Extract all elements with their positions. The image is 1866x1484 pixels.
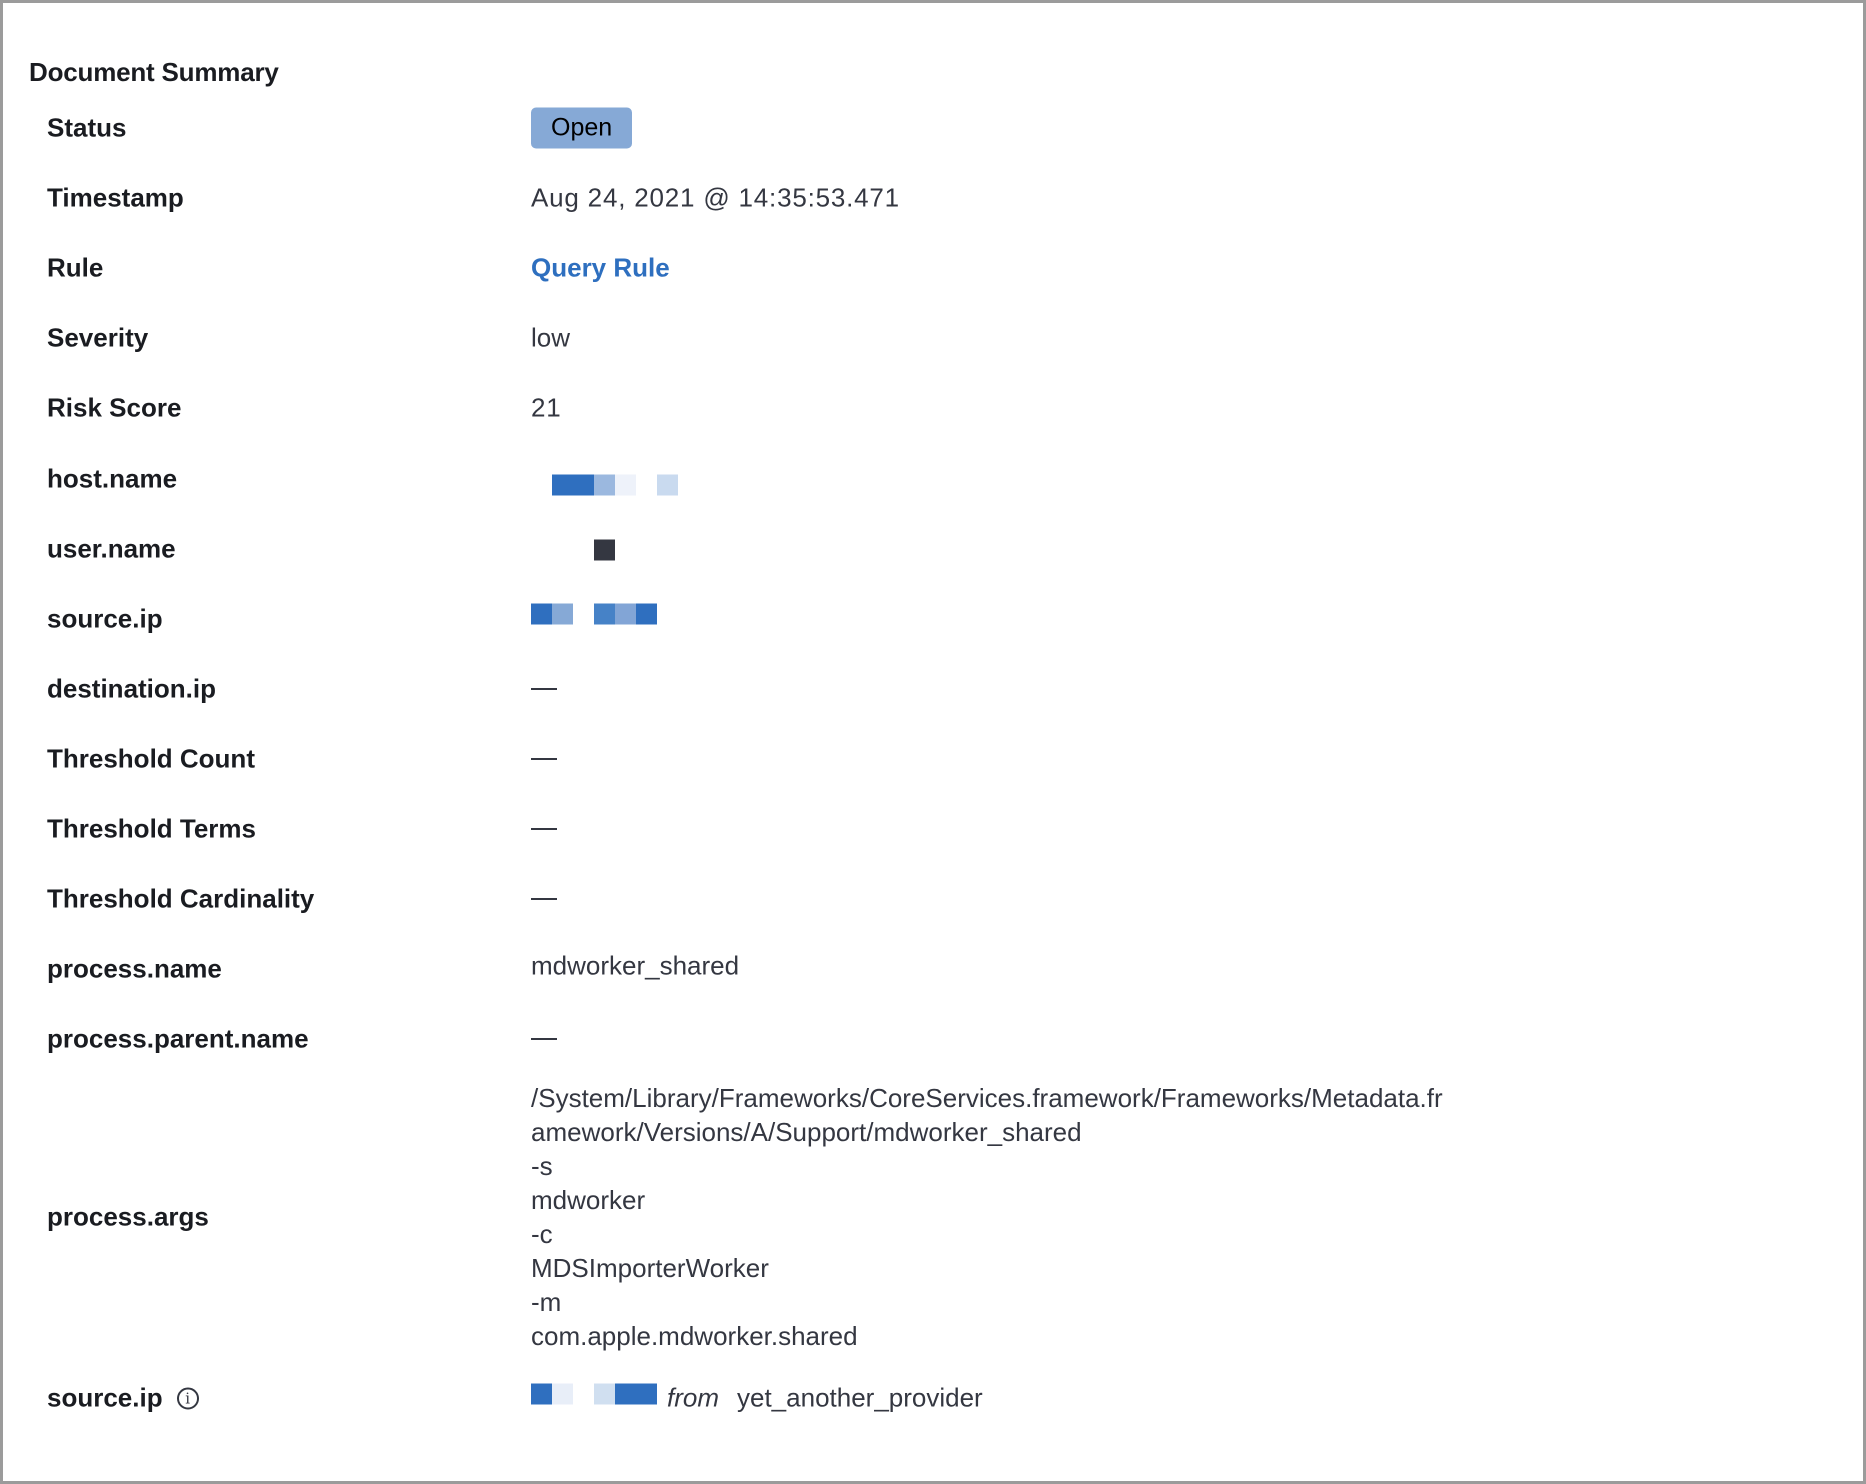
status-badge[interactable]: Open xyxy=(531,107,633,149)
field-label: Severity xyxy=(47,322,149,353)
empty-dash-icon xyxy=(531,1038,557,1040)
field-label: host.name xyxy=(47,463,178,494)
severity-value: low xyxy=(531,322,571,353)
process-arg: MDSImporterWorker xyxy=(531,1253,769,1283)
empty-value-dash xyxy=(531,758,557,760)
field-label-text: source.ip xyxy=(47,1382,163,1413)
field-value: Open xyxy=(531,107,633,149)
field-label: process.parent.name xyxy=(47,1023,309,1054)
empty-value-dash xyxy=(531,1038,557,1040)
field-label: user.name xyxy=(47,533,176,564)
process-arg: com.apple.mdworker.shared xyxy=(531,1321,858,1351)
field-label: source.ip xyxy=(47,603,163,634)
timestamp-value: Aug 24, 2021 @ 14:35:53.471 xyxy=(531,182,900,213)
empty-value-dash xyxy=(531,898,557,900)
risk-score-value: 21 xyxy=(531,392,562,423)
field-label: Status xyxy=(47,112,127,143)
field-label: Threshold Terms xyxy=(47,813,257,844)
empty-value-dash xyxy=(531,828,557,830)
process-arg: -s xyxy=(531,1151,553,1181)
process-arg: /System/Library/Frameworks/CoreServices.… xyxy=(531,1083,1443,1113)
source-ip-enriched-value: from yet_another_provider xyxy=(531,1383,983,1414)
user-name-redacted-icon[interactable] xyxy=(531,539,615,561)
process-arg: -c xyxy=(531,1219,553,1249)
process-arg: mdworker xyxy=(531,1185,646,1215)
process-name-value: mdworker_shared xyxy=(531,950,740,981)
field-label: Rule xyxy=(47,252,104,283)
panel-title: Document Summary xyxy=(29,57,279,87)
source-ip-redacted-icon[interactable] xyxy=(531,1383,657,1405)
field-label: source.ip i xyxy=(47,1383,199,1414)
field-label: Threshold Cardinality xyxy=(47,883,315,914)
document-summary-panel: Document Summary Status Open Timestamp A… xyxy=(0,0,1866,1484)
field-label: Threshold Count xyxy=(47,743,255,774)
empty-dash-icon xyxy=(531,828,557,830)
provider-name: yet_another_provider xyxy=(737,1382,983,1413)
empty-dash-icon xyxy=(531,758,557,760)
process-arg: -m xyxy=(531,1287,562,1317)
from-label: from xyxy=(667,1382,719,1413)
source-ip-redacted-icon[interactable] xyxy=(531,603,657,625)
empty-dash-icon xyxy=(531,688,557,690)
process-arg: amework/Versions/A/Support/mdworker_shar… xyxy=(531,1117,1082,1147)
field-label: process.args xyxy=(47,1201,209,1232)
field-label: destination.ip xyxy=(47,673,216,704)
host-name-redacted-icon[interactable] xyxy=(531,474,678,496)
empty-value-dash xyxy=(531,688,557,690)
field-label: process.name xyxy=(47,953,222,984)
process-args-list: /System/Library/Frameworks/CoreServices.… xyxy=(531,1081,1443,1353)
info-circle-icon[interactable]: i xyxy=(176,1387,199,1409)
field-label: Risk Score xyxy=(47,392,182,423)
empty-dash-icon xyxy=(531,898,557,900)
field-label: Timestamp xyxy=(47,182,184,213)
rule-link[interactable]: Query Rule xyxy=(531,253,670,284)
